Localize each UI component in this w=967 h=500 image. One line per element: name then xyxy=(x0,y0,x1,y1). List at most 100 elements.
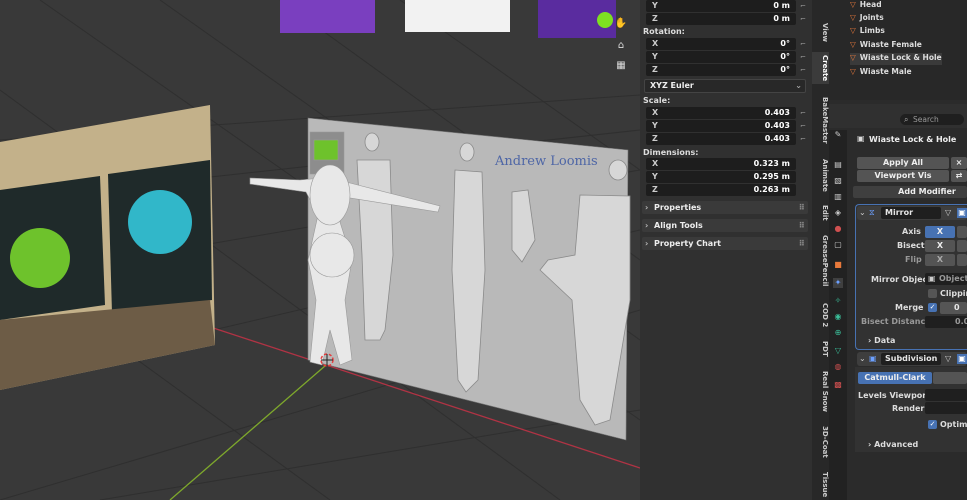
optimal-display-label: Optimal xyxy=(940,420,967,429)
close-icon[interactable]: × xyxy=(951,157,967,169)
axis-y-toggle[interactable] xyxy=(957,226,967,238)
modifier-wrench-icon[interactable]: ✦ xyxy=(833,278,843,288)
edit-mode-icon[interactable]: ▽ xyxy=(945,352,951,366)
collection-icon[interactable]: ▢ xyxy=(833,240,843,250)
rotation-y-field[interactable]: Y 0° xyxy=(646,51,796,63)
scale-x-field[interactable]: X 0.403 xyxy=(646,107,796,119)
tool-icon[interactable]: ✎ xyxy=(833,130,843,140)
object-data-icon[interactable]: ▽ xyxy=(833,346,843,356)
tab-real-snow[interactable]: Real Snow xyxy=(812,368,829,414)
grid-view-icon[interactable]: ▦ xyxy=(614,60,628,72)
tab-edit[interactable]: Edit xyxy=(812,202,829,224)
dimensions-z-field[interactable]: Z 0.263 m xyxy=(646,184,796,196)
tab-bakemaster[interactable]: BakeMaster xyxy=(812,92,829,148)
merge-distance-field[interactable]: 0 xyxy=(940,302,967,314)
world-icon[interactable]: ● xyxy=(833,224,843,234)
render-levels-field[interactable] xyxy=(925,402,967,414)
particles-icon[interactable]: ✧ xyxy=(833,296,843,306)
clipping-checkbox[interactable] xyxy=(928,289,937,298)
lock-icon[interactable]: ⌐ xyxy=(800,135,806,143)
lock-icon[interactable]: ⌐ xyxy=(800,66,806,74)
simple-toggle[interactable] xyxy=(933,372,967,384)
location-y-field[interactable]: Y0 m xyxy=(646,0,796,12)
drag-grip-icon[interactable]: ⠿ xyxy=(799,201,805,214)
catmull-clark-toggle[interactable]: Catmull-Clark xyxy=(858,372,932,384)
lock-icon[interactable]: ⌐ xyxy=(800,40,806,48)
tab-view[interactable]: View xyxy=(812,20,829,44)
scale-z-field[interactable]: Z 0.403 xyxy=(646,133,796,145)
tab-pdt[interactable]: PDT xyxy=(812,338,829,360)
align-tools-panel-header[interactable]: › Align Tools ⠿ xyxy=(642,219,808,232)
modifier-name-field[interactable]: Subdivision xyxy=(881,353,941,365)
scene-icon[interactable]: ◈ xyxy=(833,208,843,218)
image-plane-top-2 xyxy=(405,0,510,32)
material-icon[interactable]: ◍ xyxy=(833,362,843,372)
outliner-item-wiaste-male[interactable]: ▽ Wiaste Male xyxy=(850,67,912,79)
mirror-modifier-header[interactable]: ⌄ ⧖ Mirror ▽ ▣ xyxy=(857,206,967,220)
property-chart-panel-header[interactable]: › Property Chart ⠿ xyxy=(642,237,808,250)
lock-icon[interactable]: ⌐ xyxy=(800,2,806,10)
bisect-x-toggle[interactable]: X xyxy=(925,240,955,252)
levels-viewport-field[interactable] xyxy=(925,389,967,401)
apply-all-button[interactable]: Apply All xyxy=(857,157,949,169)
optimal-display-checkbox[interactable]: ✓ xyxy=(928,420,937,429)
add-modifier-button[interactable]: Add Modifier xyxy=(853,186,967,198)
outliner-item-wiaste-lock-hole[interactable]: ▽ Wiaste Lock & Hole xyxy=(850,53,942,65)
tab-cod2[interactable]: COD 2 xyxy=(812,300,829,330)
outliner-item-limbs[interactable]: ▽ Limbs xyxy=(850,26,885,38)
modifier-name-field[interactable]: Mirror xyxy=(881,207,941,219)
search-input[interactable]: ⌕ Search xyxy=(900,114,964,125)
axis-x-toggle[interactable]: X xyxy=(925,226,955,238)
3d-viewport[interactable]: Andrew Loomis ✋ ⌂ ▦ xyxy=(0,0,640,500)
bisect-y-toggle[interactable] xyxy=(957,240,967,252)
constraints-icon[interactable]: ⊕ xyxy=(833,328,843,338)
tab-greasepencil[interactable]: GreasePencil xyxy=(812,230,829,292)
texture-icon[interactable]: ▩ xyxy=(833,380,843,390)
merge-checkbox[interactable]: ✓ xyxy=(928,303,937,312)
flip-y-toggle[interactable] xyxy=(957,254,967,266)
mirror-object-field[interactable]: ▣ Object xyxy=(925,273,967,285)
output-icon[interactable]: ▧ xyxy=(833,176,843,186)
viewport-display-icon[interactable]: ▣ xyxy=(957,208,967,218)
dimensions-x-field[interactable]: X 0.323 m xyxy=(646,158,796,170)
bisect-distance-field[interactable]: 0.0 xyxy=(925,316,967,328)
toggle-icon[interactable]: ⇄ xyxy=(951,170,967,182)
camera-view-icon[interactable]: ⌂ xyxy=(614,40,628,52)
tab-animate[interactable]: Animate xyxy=(812,156,829,194)
tab-tissue[interactable]: Tissue xyxy=(812,470,829,500)
outliner-item-wiaste-female[interactable]: ▽ Wiaste Female xyxy=(850,40,922,52)
view-layer-icon[interactable]: ▥ xyxy=(833,192,843,202)
object-name-field[interactable]: ▣ Wiaste Lock & Hole xyxy=(853,134,967,146)
dimensions-y-field[interactable]: Y 0.295 m xyxy=(646,171,796,183)
viewport-display-icon[interactable]: ▣ xyxy=(957,354,967,364)
drag-grip-icon[interactable]: ⠿ xyxy=(799,237,805,250)
flip-x-toggle[interactable]: X xyxy=(925,254,955,266)
object-properties-icon[interactable]: ■ xyxy=(833,260,843,270)
viewport-vis-button[interactable]: Viewport Vis xyxy=(857,170,949,182)
search-icon: ⌕ xyxy=(904,115,909,124)
drag-grip-icon[interactable]: ⠿ xyxy=(799,219,805,232)
object-icon: ▣ xyxy=(857,134,865,143)
render-icon[interactable]: ▤ xyxy=(833,160,843,170)
edit-mode-icon[interactable]: ▽ xyxy=(945,206,951,220)
rotation-z-field[interactable]: Z 0° xyxy=(646,64,796,76)
rotation-mode-dropdown[interactable]: XYZ Euler ⌄ xyxy=(644,79,806,93)
lock-icon[interactable]: ⌐ xyxy=(800,53,806,61)
outliner-item-head[interactable]: ▽ Head xyxy=(850,0,882,12)
advanced-subpanel[interactable]: › Advanced xyxy=(868,440,918,449)
hand-pan-icon[interactable]: ✋ xyxy=(614,18,628,30)
outliner-item-joints[interactable]: ▽ Joints xyxy=(850,13,884,25)
location-z-field[interactable]: Z0 m xyxy=(646,13,796,25)
mirror-object-label: Mirror Object xyxy=(871,275,932,284)
data-subpanel[interactable]: › Data xyxy=(868,336,895,345)
lock-icon[interactable]: ⌐ xyxy=(800,122,806,130)
tab-3d-coat[interactable]: 3D-Coat xyxy=(812,422,829,462)
subdivision-modifier-header[interactable]: ⌄ ▣ Subdivision ▽ ▣ xyxy=(857,352,967,366)
properties-panel-header[interactable]: › Properties ⠿ xyxy=(642,201,808,214)
scale-y-field[interactable]: Y 0.403 xyxy=(646,120,796,132)
rotation-x-field[interactable]: X 0° xyxy=(646,38,796,50)
tab-create[interactable]: Create xyxy=(812,52,829,84)
lock-icon[interactable]: ⌐ xyxy=(800,109,806,117)
lock-icon[interactable]: ⌐ xyxy=(800,15,806,23)
physics-icon[interactable]: ◉ xyxy=(833,312,843,322)
